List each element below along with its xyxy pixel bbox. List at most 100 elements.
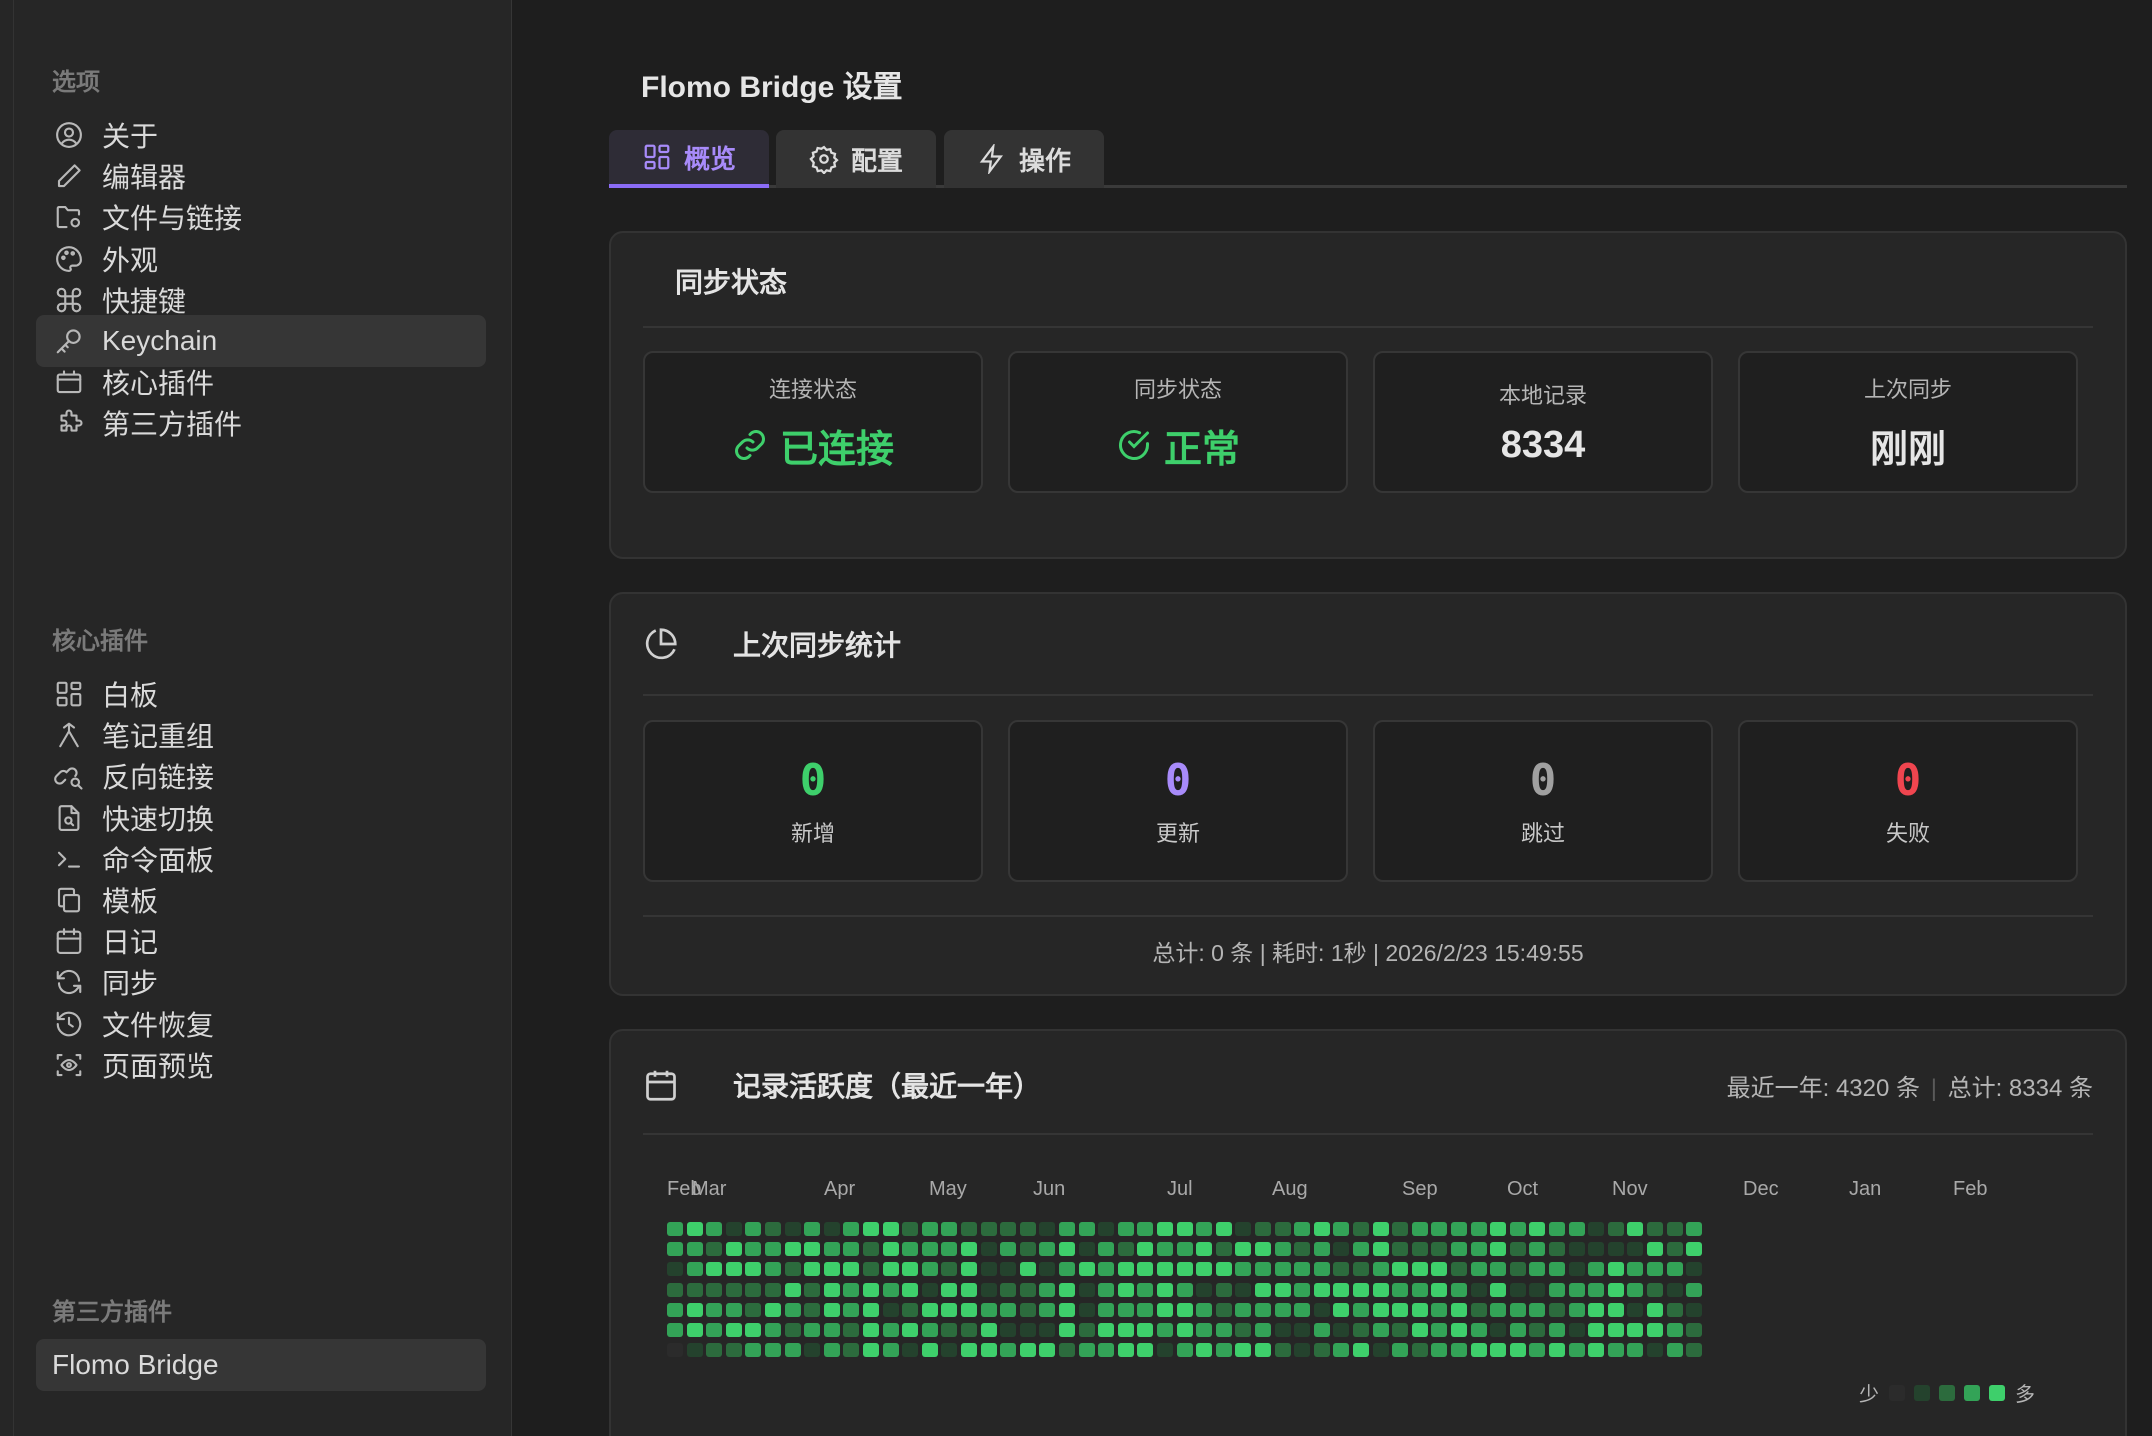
heatmap-cell [1294,1242,1311,1257]
heatmap-cell [1078,1302,1095,1317]
sidebar-item-flomo-bridge[interactable]: Flomo Bridge [36,1339,486,1391]
heatmap-cell [1215,1242,1232,1257]
heatmap-cell [804,1302,821,1317]
heatmap-month-label: Dec [1743,1178,1779,1200]
heatmap-cell [1607,1262,1624,1277]
tab-actions[interactable]: 操作 [944,130,1104,188]
heatmap-cell [1568,1302,1585,1317]
heatmap-cell [1353,1222,1369,1236]
heatmap-cell [725,1282,742,1297]
heatmap-cell [1274,1302,1291,1317]
heatmap-cell [1372,1262,1389,1277]
tab-overview-label: 概览 [683,143,736,174]
heatmap-cell [1509,1222,1526,1236]
bolt-icon [979,144,1003,174]
heatmap-cell [902,1262,919,1277]
legend-swatch [1889,1384,1905,1401]
heatmap-cell [1509,1302,1526,1317]
heatmap-cell [686,1262,703,1277]
heatmap-cell [1451,1343,1467,1358]
heatmap-cell [1411,1323,1428,1337]
legend-swatch [1989,1384,2005,1401]
heatmap-cell [745,1262,762,1277]
heatmap-cell [686,1343,703,1358]
heatmap-cell [882,1242,899,1257]
sidebar-item-puzzle[interactable]: 第三方插件 [36,397,486,449]
heatmap-cell [882,1323,899,1337]
heatmap-cell [882,1343,899,1358]
heatmap-cell [1294,1343,1311,1358]
heatmap-cell [1490,1222,1507,1236]
heatmap-cell [961,1262,977,1277]
heatmap-cell [882,1282,899,1297]
sidebar-item-preview-eye[interactable]: 页面预览 [36,1039,486,1091]
heatmap-cell [961,1302,977,1317]
heatmap-month-label: Jul [1167,1178,1193,1200]
heatmap-cell [725,1222,742,1236]
heatmap-cell [725,1262,742,1277]
heatmap-cell [863,1302,879,1317]
heatmap-cell [1686,1302,1703,1317]
heatmap-cell [902,1343,919,1358]
heatmap-cell [921,1242,938,1257]
heatmap-cell [1235,1222,1252,1236]
sidebar-item-label: 第三方插件 [102,409,243,441]
heatmap-cell [1666,1343,1683,1358]
legend-swatch [1964,1384,1980,1401]
heatmap-cell [823,1343,840,1358]
heatmap-cell [1549,1262,1565,1277]
heatmap-cell [667,1302,683,1317]
heatmap-cell [1000,1282,1017,1297]
heatmap-month-label: May [929,1178,967,1200]
heatmap-cell [706,1262,723,1277]
heatmap-cell [1431,1262,1448,1277]
heatmap-cell [1000,1302,1017,1317]
heatmap-cell [1627,1343,1644,1358]
heatmap-cell [980,1242,997,1257]
heatmap-cell [1607,1343,1624,1358]
tab-config[interactable]: 配置 [776,130,936,188]
heatmap-cell [1117,1242,1134,1257]
command-icon [52,283,86,317]
heatmap-cell [1451,1323,1467,1337]
heatmap-month-label: Apr [824,1178,856,1200]
sync-state-label: 同步状态 [1133,376,1222,402]
sync-status-card: 同步状态 连接状态 已连接 同步状态 正常 本地记录 8334 上次同步 刚刚 [609,231,2127,559]
sidebar-item-label: 模板 [102,886,159,917]
sidebar-item-label: 快速切换 [102,803,215,835]
heatmap-cell [1137,1302,1154,1317]
heatmap-cell [823,1242,840,1257]
heatmap-cell [745,1282,762,1297]
heatmap-cell [804,1282,821,1297]
heatmap-cell [1666,1282,1683,1297]
tab-actions-label: 操作 [1018,145,1071,176]
heatmap-cell [863,1343,879,1358]
heatmap-cell [1333,1262,1350,1277]
heatmap-cell [1274,1262,1291,1277]
heatmap-cell [1157,1323,1173,1337]
heatmap-cell [1059,1262,1075,1277]
heatmap-cell [706,1302,723,1317]
heatmap-cell [706,1222,723,1236]
connection-status-label: 连接状态 [768,376,857,402]
heatmap-cell [1117,1343,1134,1358]
stat-failed-box: 0 失败 [1738,720,2078,882]
heatmap-cell [1176,1222,1193,1236]
stat-skipped-label: 跳过 [1520,820,1565,846]
heatmap-cell [1000,1242,1017,1257]
heatmap-cell [1431,1343,1448,1358]
heatmap-cell [1137,1323,1154,1337]
heatmap-cell [980,1222,997,1236]
heatmap-cell [1117,1302,1134,1317]
window-edge [0,0,14,1436]
heatmap-cell [1215,1343,1232,1358]
tab-overview[interactable]: 概览 [609,130,769,188]
heatmap-cell [1647,1323,1663,1337]
heatmap-cell [1255,1323,1271,1337]
heatmap-cell [843,1343,860,1358]
heatmap-cell [921,1262,938,1277]
heatmap-cell [843,1262,860,1277]
connection-status-value: 已连接 [779,428,894,471]
palette-icon [52,242,86,276]
heatmap-cell [1490,1262,1507,1277]
